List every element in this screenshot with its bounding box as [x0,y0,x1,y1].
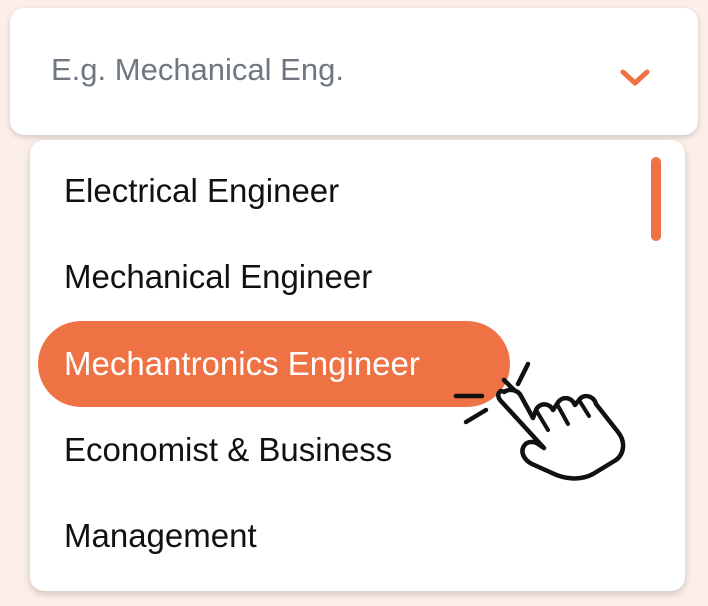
option-mechanical-engineer[interactable]: Mechanical Engineer [38,234,372,320]
hand-pointer-click-icon [453,361,626,481]
option-label: Management [64,517,257,554]
profession-select[interactable]: E.g. Mechanical Eng. [10,8,698,135]
option-label: Mechanical Engineer [64,258,373,295]
option-economist-business[interactable]: Economist & Business [38,407,392,493]
dropdown-scrollbar[interactable] [651,157,661,241]
option-label: Economist & Business [64,431,393,468]
option-electrical-engineer[interactable]: Electrical Engineer [38,148,339,234]
chevron-down-icon[interactable] [610,56,660,96]
option-management[interactable]: Management [38,493,257,579]
option-label: Mechantronics Engineer [64,345,420,382]
select-placeholder: E.g. Mechanical Eng. [51,52,344,87]
option-mechantronics-engineer[interactable]: Mechantronics Engineer [38,321,510,407]
option-label: Electrical Engineer [64,172,340,209]
